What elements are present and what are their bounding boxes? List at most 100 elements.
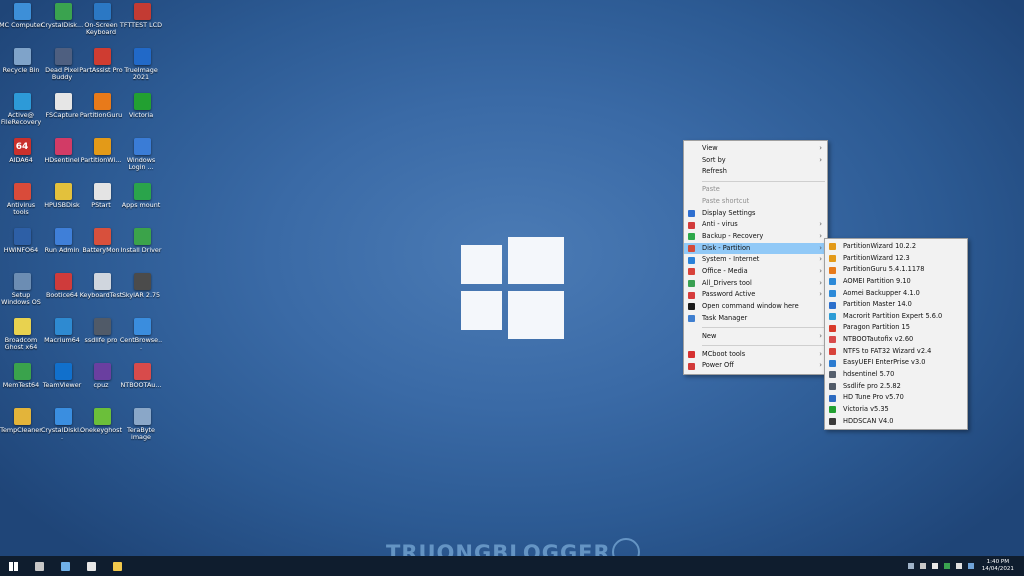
desktop-icon[interactable]: cpuz: [82, 363, 122, 389]
taskbar-button[interactable]: [104, 556, 130, 576]
desktop-icon[interactable]: BatteryMon: [82, 228, 122, 254]
crystaldiskinfo-icon: [54, 408, 72, 425]
onekeyghost-icon: [93, 408, 111, 425]
tray-app-icon[interactable]: [943, 563, 950, 569]
desktop-icon[interactable]: CentBrowse...: [120, 318, 162, 352]
menu-item-power-off[interactable]: Power Off ›: [684, 360, 827, 372]
desktop-icon[interactable]: Recycle Bin: [2, 48, 42, 74]
submenu-item-hdsentinel-5-70[interactable]: hdsentinel 5.70: [825, 369, 967, 381]
desktop-icon-label: Run Admin: [44, 246, 80, 254]
menu-item-open-command-window-here[interactable]: Open command window here: [684, 301, 827, 313]
desktop-icon[interactable]: Broadcom Ghost x64: [2, 318, 42, 352]
menu-item-new[interactable]: New ›: [684, 331, 827, 343]
desktop-icon[interactable]: TrueImage 2021: [122, 48, 162, 82]
menu-item-all-drivers-tool[interactable]: All_Drivers tool ›: [684, 278, 827, 290]
desktop-icon[interactable]: Antivirus tools: [2, 183, 42, 217]
desktop-icon[interactable]: Macrium64: [43, 318, 83, 344]
desktop-icon[interactable]: Bootice64: [43, 273, 83, 299]
desktop-icon[interactable]: PartitionGuru: [80, 93, 122, 119]
desktop-icon[interactable]: TempCleaner: [0, 408, 42, 434]
submenu-item-hddscan-v4-0[interactable]: HDDSCAN V4.0: [825, 416, 967, 428]
desktop-icon[interactable]: Active@ FileRecovery: [1, 93, 42, 127]
desktop-icon[interactable]: SkyIAR 2.75: [122, 273, 162, 299]
submenu-item-easyuefi-enterprise-v3-0[interactable]: EasyUEFI EnterPrise v3.0: [825, 357, 967, 369]
submenu-item-aomei-partition-9-10[interactable]: AOMEI Partition 9.10: [825, 276, 967, 288]
desktop-icon[interactable]: ssdlife pro: [82, 318, 122, 344]
desktop-icon[interactable]: HPUSBDisk: [43, 183, 83, 209]
taskbar-button[interactable]: [26, 556, 52, 576]
desktop-icon-label: Broadcom Ghost x64: [4, 336, 38, 352]
menu-item-mcboot-tools[interactable]: MCboot tools ›: [684, 349, 827, 361]
menu-item-disk-partition[interactable]: Disk - Partition ›: [684, 242, 827, 255]
desktop-icon[interactable]: 64 AIDA64: [2, 138, 42, 164]
submenu-item-partitionwizard-12-3[interactable]: PartitionWizard 12.3: [825, 253, 967, 265]
desktop-icon[interactable]: TFTTEST LCD: [120, 3, 162, 29]
desktop-icon[interactable]: KeyboardTest: [80, 273, 122, 299]
desktop-icon[interactable]: HWiNFO64: [2, 228, 42, 254]
usb-icon[interactable]: [919, 563, 926, 569]
menu-item-label: Ssdlife pro 2.5.82: [843, 381, 901, 390]
menu-item-paste[interactable]: Paste: [684, 184, 827, 196]
desktop-icon[interactable]: Windows Login ...: [122, 138, 162, 172]
run-admin-icon: [54, 228, 72, 245]
taskbar-button[interactable]: [52, 556, 78, 576]
submenu-item-partition-master-14-0[interactable]: Partition Master 14.0: [825, 299, 967, 311]
clock[interactable]: 1:40 PM 14/04/2021: [982, 559, 1014, 573]
desktop-icon[interactable]: PartitionWi...: [81, 138, 122, 164]
desktop-icon[interactable]: MC Computer: [0, 3, 43, 29]
language-icon[interactable]: [955, 563, 962, 569]
menu-item-backup-recovery[interactable]: Backup - Recovery ›: [684, 231, 827, 243]
monitor-tray-icon[interactable]: [967, 563, 974, 569]
menu-item-sort-by[interactable]: Sort by ›: [684, 155, 827, 167]
aomei-partition-icon: [829, 278, 836, 286]
submenu-item-aomei-backupper-4-1-0[interactable]: Aomei Backupper 4.1.0: [825, 288, 967, 300]
desktop-icon[interactable]: Dead Pixel Buddy: [43, 48, 83, 82]
desktop-icon[interactable]: On-Screen Keyboard: [82, 3, 122, 37]
desktop-icon[interactable]: Onekeyghost: [80, 408, 122, 434]
submenu-item-hd-tune-pro-v5-70[interactable]: HD Tune Pro v5.70: [825, 392, 967, 404]
submenu-item-ntfs-to-fat32-wizard-v2-4[interactable]: NTFS to FAT32 Wizard v2.4: [825, 346, 967, 358]
menu-item-password-active[interactable]: Password Active ›: [684, 289, 827, 301]
menu-item-refresh[interactable]: Refresh: [684, 166, 827, 178]
desktop-icon[interactable]: PStart: [82, 183, 122, 209]
desktop-icon[interactable]: HDsentinel: [43, 138, 83, 164]
menu-item-office-media[interactable]: Office - Media ›: [684, 266, 827, 278]
this-pc-icon: [60, 561, 70, 571]
submenu-item-macrorit-partition-expert-5-6-0[interactable]: Macrorit Partition Expert 5.6.0: [825, 311, 967, 323]
desktop-icon[interactable]: TeraByte image: [122, 408, 162, 442]
submenu-item-ssdlife-pro-2-5-82[interactable]: Ssdlife pro 2.5.82: [825, 381, 967, 393]
menu-item-display-settings[interactable]: Display Settings: [684, 208, 827, 220]
desktop-icon-label: AIDA64: [9, 156, 33, 164]
desktop-icon[interactable]: CrystalDisk...: [41, 3, 83, 29]
taskbar-button[interactable]: [78, 556, 104, 576]
desktop-icon[interactable]: Run Admin: [43, 228, 83, 254]
volume-icon[interactable]: [931, 563, 938, 569]
menu-item-system-internet[interactable]: System - Internet ›: [684, 254, 827, 266]
submenu-item-paragon-partition-15[interactable]: Paragon Partition 15: [825, 322, 967, 334]
menu-item-paste-shortcut[interactable]: Paste shortcut: [684, 196, 827, 208]
desktop-icon[interactable]: PartAssist Pro: [79, 48, 123, 74]
submenu-item-victoria-v5-35[interactable]: Victoria v5.35: [825, 404, 967, 416]
menu-item-task-manager[interactable]: Task Manager: [684, 313, 827, 325]
desktop-icon[interactable]: Apps mount: [122, 183, 162, 209]
submenu-item-partitionguru-5-4-1-1178[interactable]: PartitionGuru 5.4.1.1178: [825, 264, 967, 276]
menu-item-label: All_Drivers tool: [702, 278, 752, 287]
desktop-icon[interactable]: NTBOOTAu...: [120, 363, 162, 389]
desktop-icon[interactable]: Install Driver: [121, 228, 162, 254]
paragon-icon: [829, 324, 836, 332]
desktop-icon[interactable]: Setup Windows OS: [1, 273, 42, 307]
submenu-item-ntbootautofix-v2-60[interactable]: NTBOOTautofix v2.60: [825, 334, 967, 346]
desktop-icon[interactable]: TeamViewer: [43, 363, 83, 389]
desktop-icon[interactable]: Victoria: [122, 93, 162, 119]
menu-item-view[interactable]: View ›: [684, 143, 827, 155]
desktop-icon-label: NTBOOTAu...: [120, 381, 162, 389]
taskbar-button[interactable]: [0, 556, 26, 576]
network-icon[interactable]: [907, 563, 914, 569]
submenu-item-partitionwizard-10-2-2[interactable]: PartitionWizard 10.2.2: [825, 241, 967, 253]
menu-item-anti-virus[interactable]: Anti - virus ›: [684, 219, 827, 231]
partitionwizard-icon: [829, 254, 836, 262]
desktop-icon[interactable]: MemTest64: [2, 363, 42, 389]
desktop-icon[interactable]: CrystalDiskI...: [41, 408, 83, 442]
pstart-icon: [93, 183, 111, 200]
desktop-icon[interactable]: FSCapture: [43, 93, 83, 119]
